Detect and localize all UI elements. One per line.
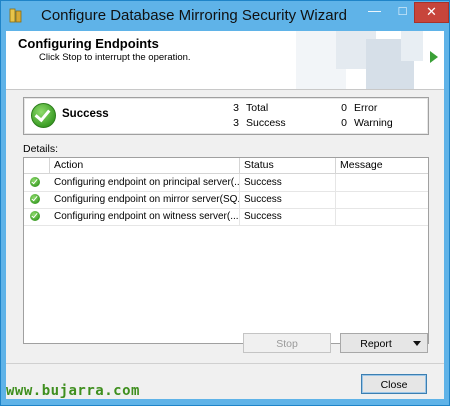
table-row[interactable]: Configuring endpoint on witness server(.…: [24, 208, 428, 226]
row-status: Success: [240, 208, 336, 225]
watermark: www.bujarra.com: [6, 383, 140, 399]
wizard-window: Configure Database Mirroring Security Wi…: [0, 0, 450, 406]
row-message: [336, 191, 428, 208]
table-header: Action Status Message: [24, 158, 428, 174]
header-decoration: [401, 31, 423, 61]
footer-divider: [6, 363, 444, 364]
report-button[interactable]: Report: [340, 333, 428, 353]
next-arrow-icon: [430, 51, 438, 63]
page-title: Configuring Endpoints: [18, 36, 159, 51]
window-title: Configure Database Mirroring Security Wi…: [41, 7, 347, 24]
minimize-button[interactable]: —: [361, 2, 388, 21]
total-count: 3: [233, 102, 239, 114]
row-action: Configuring endpoint on witness server(.…: [50, 208, 240, 225]
database-wizard-icon: [9, 8, 22, 23]
success-check-icon: [30, 211, 40, 221]
close-button[interactable]: Close: [361, 374, 427, 394]
row-action: Configuring endpoint on principal server…: [50, 174, 240, 191]
summary-panel: Success 3 Total 3 Success 0 Error 0 Warn…: [23, 97, 429, 135]
warning-count: 0: [341, 117, 347, 129]
error-label: Error: [354, 102, 378, 114]
details-table[interactable]: Action Status Message Configuring endpoi…: [23, 157, 429, 344]
row-message: [336, 208, 428, 225]
row-action: Configuring endpoint on mirror server(SQ…: [50, 191, 240, 208]
wizard-body: Configuring Endpoints Click Stop to inte…: [6, 31, 444, 399]
success-check-icon: [30, 177, 40, 187]
dropdown-arrow-icon[interactable]: [413, 341, 421, 346]
row-status: Success: [240, 174, 336, 191]
error-count: 0: [341, 102, 347, 114]
title-bar[interactable]: Configure Database Mirroring Security Wi…: [1, 1, 449, 31]
column-header-message[interactable]: Message: [336, 158, 428, 173]
success-check-icon: [31, 103, 56, 128]
page-subtitle: Click Stop to interrupt the operation.: [39, 52, 191, 63]
details-label: Details:: [23, 143, 59, 155]
total-label: Total: [246, 102, 269, 114]
column-header-action[interactable]: Action: [50, 158, 240, 173]
summary-status: Success: [62, 108, 109, 120]
window-close-button[interactable]: ✕: [414, 2, 449, 23]
success-check-icon: [30, 194, 40, 204]
row-status: Success: [240, 191, 336, 208]
table-row[interactable]: Configuring endpoint on principal server…: [24, 174, 428, 192]
page-header: Configuring Endpoints Click Stop to inte…: [6, 31, 444, 90]
stop-button[interactable]: Stop: [243, 333, 331, 353]
column-header-status[interactable]: Status: [240, 158, 336, 173]
row-message: [336, 174, 428, 191]
success-count: 3: [233, 117, 239, 129]
report-button-label: Report: [360, 338, 392, 350]
success-label: Success: [246, 117, 286, 129]
warning-label: Warning: [354, 117, 393, 129]
table-row[interactable]: Configuring endpoint on mirror server(SQ…: [24, 191, 428, 209]
column-header-icon[interactable]: [24, 158, 50, 173]
maximize-button[interactable]: □: [389, 2, 416, 21]
